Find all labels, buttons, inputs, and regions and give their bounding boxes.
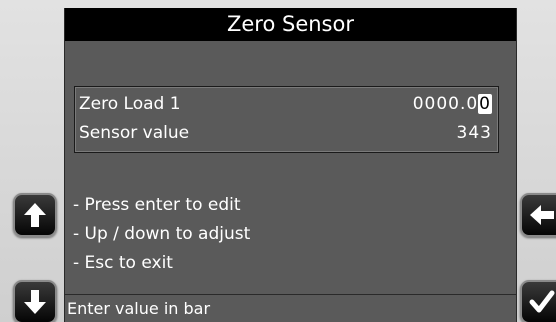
- sensor-value-row: Sensor value 343: [75, 119, 498, 147]
- status-bar: Enter value in bar: [65, 294, 516, 322]
- page-title: Zero Sensor: [65, 8, 516, 41]
- checkmark-icon: [529, 290, 555, 313]
- enter-button[interactable]: [520, 280, 556, 322]
- down-button[interactable]: [13, 280, 57, 322]
- arrow-down-icon: [24, 290, 46, 314]
- arrow-left-icon: [530, 205, 554, 225]
- zero-load-value-main: 0000.0: [412, 94, 479, 114]
- zero-load-label: Zero Load 1: [79, 94, 181, 114]
- instruction-item: - Press enter to edit: [73, 195, 241, 215]
- sensor-value-reading: 343: [456, 123, 492, 143]
- up-button[interactable]: [13, 193, 57, 237]
- instruction-item: - Esc to exit: [73, 253, 173, 273]
- zero-load-value[interactable]: 0000.00: [413, 90, 492, 118]
- zero-load-row[interactable]: Zero Load 1 0000.00: [75, 90, 498, 118]
- sensor-value-label: Sensor value: [79, 123, 190, 143]
- arrow-up-icon: [24, 203, 46, 227]
- instructions-list: - Press enter to edit - Up / down to adj…: [73, 191, 250, 278]
- edit-cursor: 0: [478, 94, 492, 114]
- display-screen: Zero Sensor Zero Load 1 0000.00 Sensor v…: [64, 8, 517, 322]
- back-button[interactable]: [520, 193, 556, 237]
- instruction-item: - Up / down to adjust: [73, 224, 251, 244]
- field-panel: Zero Load 1 0000.00 Sensor value 343: [74, 86, 499, 153]
- device-frame: Zero Sensor Zero Load 1 0000.00 Sensor v…: [0, 0, 556, 322]
